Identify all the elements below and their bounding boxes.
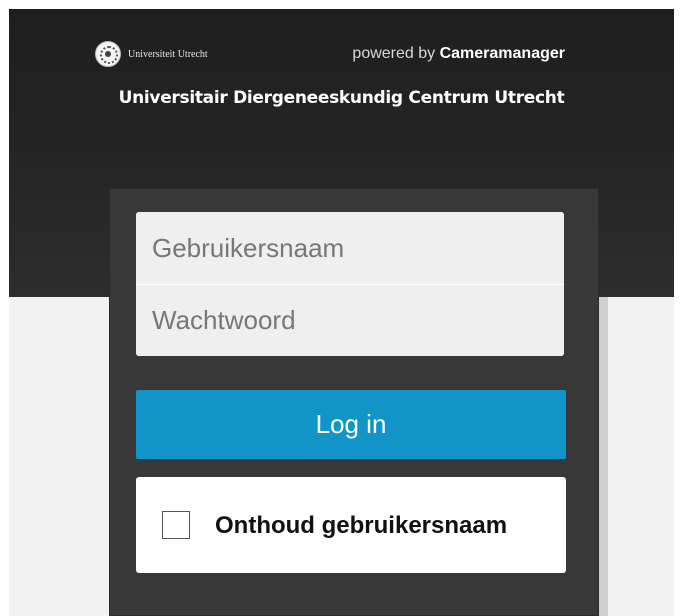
- remember-username-checkbox[interactable]: [162, 511, 190, 539]
- login-panel: Log in Onthoud gebruikersnaam: [109, 188, 599, 616]
- university-seal-icon: [95, 41, 121, 67]
- login-page: Universiteit Utrecht powered by Camerama…: [9, 9, 674, 616]
- powered-by-text: powered by Cameramanager: [352, 45, 565, 63]
- login-button[interactable]: Log in: [136, 390, 566, 459]
- powered-by-brand: Cameramanager: [439, 45, 565, 62]
- powered-by-prefix: powered by: [352, 45, 436, 62]
- panel-shadow: [599, 297, 608, 616]
- remember-username-option[interactable]: Onthoud gebruikersnaam: [136, 477, 566, 573]
- site-title: Universitair Diergeneeskundig Centrum Ut…: [118, 88, 565, 108]
- brand-row: Universiteit Utrecht powered by Camerama…: [95, 41, 575, 67]
- university-logo: Universiteit Utrecht: [95, 41, 208, 67]
- remember-username-label[interactable]: Onthoud gebruikersnaam: [215, 510, 515, 541]
- username-input[interactable]: [136, 212, 564, 284]
- credential-fields: [136, 212, 564, 356]
- password-input[interactable]: [136, 284, 564, 356]
- university-logo-text: Universiteit Utrecht: [128, 48, 208, 60]
